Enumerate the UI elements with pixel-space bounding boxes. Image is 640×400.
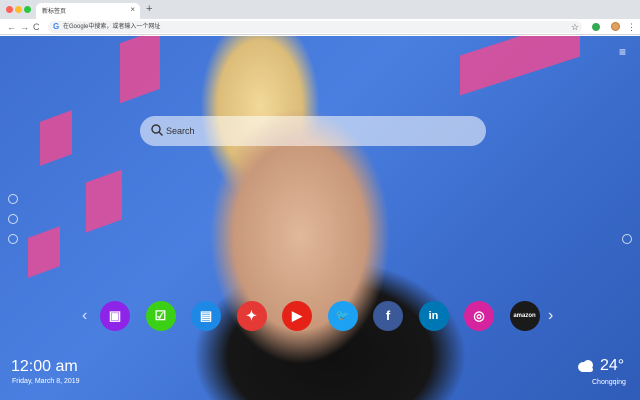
prev-shortcuts-icon[interactable]: ‹ <box>82 306 87 326</box>
gallery-icon[interactable]: ▣ <box>100 301 130 331</box>
twitter-icon[interactable]: 🐦 <box>327 301 358 331</box>
browser-toolbar: ← → C G 在Google中搜索，或者输入一个网址 ☆ <box>0 19 640 35</box>
notes-icon[interactable]: ▤ <box>191 301 221 331</box>
cloud-icon <box>578 360 593 372</box>
menu-icon[interactable]: ≡ <box>619 46 626 58</box>
profile-avatar[interactable] <box>611 22 620 31</box>
tab-close-icon[interactable]: × <box>130 4 135 16</box>
search-bar[interactable] <box>140 116 486 146</box>
games-icon[interactable]: ✦ <box>236 301 267 331</box>
google-icon: G <box>53 22 60 31</box>
background-decoration <box>460 36 580 96</box>
bookmark-star-icon[interactable]: ☆ <box>571 21 579 33</box>
tab-new-tab[interactable]: 新标签页 × <box>36 3 140 19</box>
address-bar-text: 在Google中搜索，或者输入一个网址 <box>63 24 161 30</box>
side-icon-settings[interactable] <box>8 214 18 224</box>
amazon-icon[interactable]: amazon <box>509 301 540 331</box>
extension-icon[interactable] <box>592 23 600 31</box>
youtube-icon[interactable]: ▶ <box>282 301 312 331</box>
address-bar[interactable]: G 在Google中搜索，或者输入一个网址 ☆ <box>48 21 582 33</box>
new-tab-button[interactable]: + <box>146 2 152 16</box>
maximize-window-button[interactable] <box>24 6 31 13</box>
side-icon-info[interactable] <box>8 234 18 244</box>
weather-city: Chongqing <box>592 379 626 386</box>
tab-strip: 新标签页 × + <box>0 0 640 19</box>
new-tab-page: ≡ ‹ ▣ ☑ ▤ ✦ ▶ 🐦 fin ◎ amazon › 12:00 am Friday, … <box>0 36 640 400</box>
clock-date: Friday, March 8, 2019 <box>12 378 80 385</box>
background-decoration <box>86 169 122 233</box>
side-icon-twitter[interactable] <box>8 194 18 204</box>
reload-button[interactable]: C <box>33 20 40 34</box>
background-decoration <box>28 226 60 278</box>
next-shortcuts-icon[interactable]: › <box>548 306 553 326</box>
instagram-icon[interactable]: ◎ <box>464 301 494 331</box>
background-decoration <box>120 36 160 104</box>
close-window-button[interactable] <box>6 6 13 13</box>
tab-title: 新标签页 <box>42 9 67 15</box>
search-input[interactable] <box>166 122 466 140</box>
shortcut-bar: ▣ ☑ ▤ ✦ ▶ 🐦 f in ◎ amazon <box>96 301 566 333</box>
linkedin-icon[interactable]: in <box>418 301 449 331</box>
right-side-icon[interactable] <box>622 234 632 244</box>
clock-time: 12:00 am <box>11 358 78 375</box>
search-icon <box>151 124 163 136</box>
browser-menu-icon[interactable]: ⋮ <box>627 19 636 35</box>
todo-icon[interactable]: ☑ <box>145 301 176 331</box>
minimize-window-button[interactable] <box>15 6 22 13</box>
weather-temperature: 24° <box>600 357 625 374</box>
facebook-icon[interactable]: f <box>373 301 403 331</box>
back-button[interactable]: ← <box>7 20 16 34</box>
background-decoration <box>40 110 72 166</box>
forward-button[interactable]: → <box>20 20 29 34</box>
